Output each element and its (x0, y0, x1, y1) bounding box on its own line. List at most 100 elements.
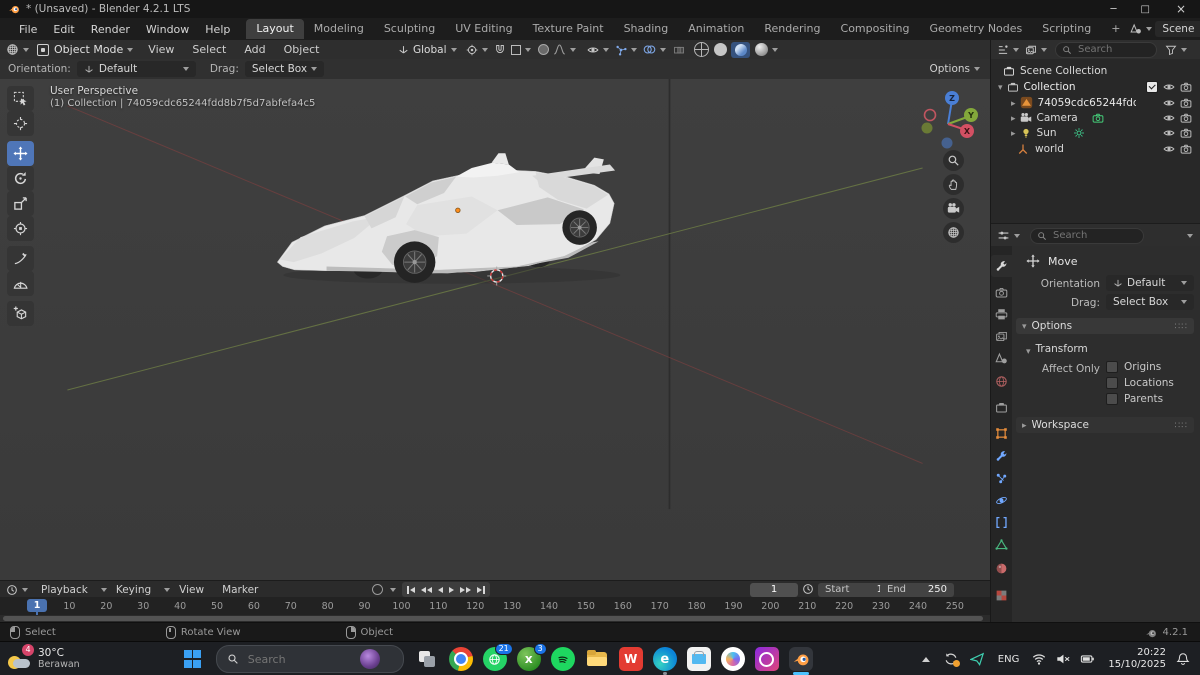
menu-edit[interactable]: Edit (45, 23, 82, 36)
menu-window[interactable]: Window (138, 23, 197, 36)
chevron-down-icon[interactable] (1041, 47, 1047, 52)
menu-object[interactable]: Object (275, 43, 329, 56)
xray-toggle-icon[interactable] (673, 44, 685, 56)
timeline-scrollbar[interactable] (3, 616, 983, 621)
tool-move[interactable] (7, 141, 34, 166)
properties-search-input[interactable] (1051, 229, 1125, 242)
notification-bell-icon[interactable] (1176, 652, 1190, 666)
tab-geometry-nodes[interactable]: Geometry Nodes (919, 19, 1032, 39)
shading-wireframe-icon[interactable] (694, 42, 709, 57)
grip-icon[interactable] (1175, 320, 1188, 332)
tab-object-icon[interactable] (995, 427, 1008, 440)
playhead[interactable]: 1 (27, 599, 47, 612)
timeline-ruler[interactable]: 10 20 30 40 50 60 70 80 90 100 110 120 130 140 150 160 1… (0, 597, 990, 615)
menu-marker[interactable]: Marker (213, 584, 267, 596)
tool-rotate[interactable] (7, 166, 34, 191)
tab-texture-paint[interactable]: Texture Paint (523, 19, 614, 39)
hide-eye-icon[interactable] (1163, 81, 1175, 93)
drag-dropdown[interactable]: Select Box (244, 61, 325, 77)
timeline-editor-icon[interactable] (6, 584, 18, 596)
chevron-down-icon[interactable] (631, 47, 637, 52)
disable-render-icon[interactable] (1180, 81, 1192, 93)
pan-button[interactable] (943, 174, 964, 195)
tab-particles-icon[interactable] (995, 472, 1008, 485)
menu-playback[interactable]: Playback (32, 584, 97, 596)
disable-render-icon[interactable] (1180, 97, 1192, 109)
tab-shading[interactable]: Shading (614, 19, 679, 39)
media-app-icon[interactable] (754, 647, 779, 671)
chevron-down-icon[interactable] (1014, 233, 1020, 238)
chevron-down-icon[interactable] (22, 587, 28, 592)
tab-sculpting[interactable]: Sculpting (374, 19, 445, 39)
prev-keyframe-button[interactable] (418, 583, 435, 597)
maximize-button[interactable]: □ (1128, 4, 1161, 15)
expand-icon[interactable] (998, 81, 1003, 93)
minimize-button[interactable]: ─ (1098, 4, 1128, 15)
shading-material-icon[interactable] (731, 41, 750, 58)
locate-tray-icon[interactable] (970, 652, 984, 666)
sync-tray-icon[interactable] (944, 652, 960, 667)
tool-annotate[interactable] (7, 246, 34, 271)
expand-icon[interactable] (1011, 127, 1016, 139)
tool-scale[interactable] (7, 191, 34, 216)
tab-collection-icon[interactable] (995, 401, 1008, 414)
outliner-row-scene-collection[interactable]: Scene Collection (1003, 63, 1107, 78)
chevron-down-icon[interactable] (660, 47, 666, 52)
gizmo-minus-z-axis[interactable] (941, 137, 953, 149)
options-panel-header[interactable]: Options (1016, 318, 1194, 334)
gizmos-toggle-icon[interactable] (615, 44, 627, 56)
menu-add[interactable]: Add (235, 43, 274, 56)
chevron-down-icon[interactable] (1187, 233, 1193, 238)
tab-physics-icon[interactable] (995, 494, 1008, 507)
locations-checkbox[interactable] (1106, 377, 1118, 389)
tab-tool-icon[interactable] (995, 260, 1008, 273)
properties-editor-icon[interactable] (997, 229, 1010, 242)
spotify-icon[interactable] (550, 647, 575, 671)
snap-controls[interactable] (494, 44, 531, 56)
copilot-icon[interactable] (720, 647, 745, 671)
car-model[interactable] (276, 153, 621, 284)
tab-object-data-icon[interactable] (995, 538, 1008, 551)
tool-select-box[interactable] (7, 86, 34, 111)
menu-render[interactable]: Render (83, 23, 138, 36)
outliner-search[interactable] (1055, 41, 1157, 58)
outliner-search-input[interactable] (1076, 43, 1150, 56)
play-reverse-button[interactable] (435, 583, 446, 597)
volume-muted-icon[interactable] (1056, 652, 1070, 666)
outliner-row-mesh[interactable]: 74059cdc65244fdd8b7f5d7abfefa4c5 (1011, 95, 1196, 110)
language-indicator[interactable]: ENG (998, 654, 1020, 665)
tab-material-icon[interactable] (995, 562, 1008, 575)
scene-icon[interactable] (1130, 23, 1142, 35)
taskbar-search[interactable] (215, 645, 404, 673)
chevron-down-icon[interactable] (1013, 47, 1019, 52)
navigation-gizmo[interactable]: Z Y X (918, 85, 980, 149)
disable-render-icon[interactable] (1180, 112, 1192, 124)
tab-scripting[interactable]: Scripting (1032, 19, 1101, 39)
gizmo-minus-y-axis[interactable] (921, 122, 933, 134)
file-explorer-icon[interactable] (585, 647, 609, 671)
origins-checkbox[interactable] (1106, 361, 1118, 373)
tab-uv-editing[interactable]: UV Editing (445, 19, 522, 39)
visibility-icon[interactable] (587, 44, 599, 56)
proportional-edit-controls[interactable] (538, 43, 576, 56)
tool-cursor[interactable] (7, 111, 34, 136)
chevron-down-icon[interactable] (1146, 27, 1153, 31)
affect-parents-row[interactable]: Parents (1106, 393, 1163, 405)
tab-view-layer-icon[interactable] (995, 330, 1008, 343)
camera-view-button[interactable] (943, 198, 964, 219)
outliner-row-sun[interactable]: Sun (1011, 125, 1196, 140)
menu-keying[interactable]: Keying (107, 584, 160, 596)
tab-world-icon[interactable] (995, 375, 1008, 388)
edge-icon[interactable]: e (652, 647, 677, 675)
tool-measure[interactable] (7, 271, 34, 296)
wifi-icon[interactable] (1032, 652, 1046, 666)
properties-search[interactable] (1030, 227, 1144, 244)
tab-render-icon[interactable] (995, 286, 1008, 299)
tab-compositing[interactable]: Compositing (831, 19, 920, 39)
outliner-filter-image-icon[interactable] (1025, 44, 1037, 56)
orientation-dropdown[interactable]: Default (1106, 275, 1194, 291)
taskbar-search-input[interactable] (245, 651, 360, 667)
parents-checkbox[interactable] (1106, 393, 1118, 405)
outliner-row-world[interactable]: world (1017, 141, 1196, 156)
outliner-row-collection[interactable]: Collection (998, 79, 1196, 94)
